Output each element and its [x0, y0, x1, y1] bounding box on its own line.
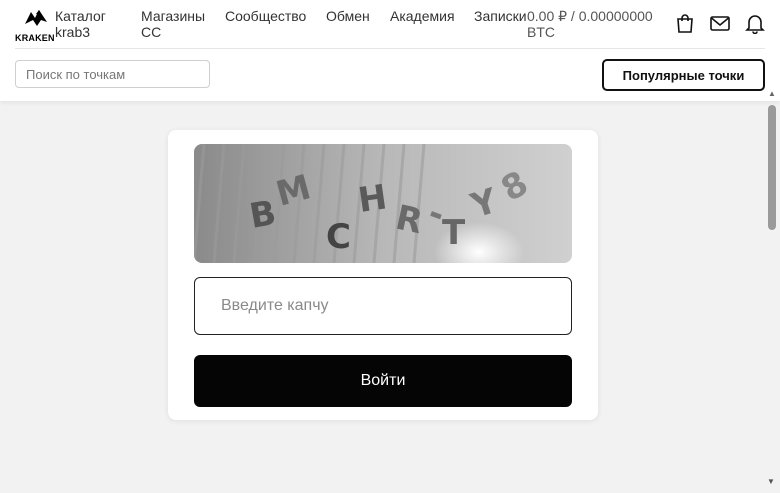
- nav-shops-cc[interactable]: Магазины СС: [141, 8, 221, 40]
- nav-notes[interactable]: Записки: [474, 8, 527, 24]
- mail-icon[interactable]: [709, 12, 731, 34]
- nav-exchange[interactable]: Обмен: [326, 8, 370, 24]
- balance-display: 0.00 ₽ / 0.00000000 BTC: [527, 8, 653, 40]
- captcha-input[interactable]: [194, 277, 572, 335]
- site-header: KRAKEN Каталог krab3 Магазины СС Сообщес…: [0, 0, 780, 101]
- scroll-down-arrow-icon[interactable]: ▼: [767, 477, 775, 486]
- catalog-link[interactable]: Каталог krab3: [55, 8, 135, 40]
- search-input[interactable]: [15, 60, 210, 88]
- svg-text:T: T: [442, 213, 466, 253]
- kraken-logo[interactable]: KRAKEN: [15, 8, 55, 43]
- scrollbar-thumb[interactable]: [768, 105, 776, 230]
- sub-toolbar: Популярные точки: [15, 59, 765, 91]
- captcha-image: B M C H R - T Y 8: [194, 144, 572, 263]
- captcha-card: B M C H R - T Y 8 Войти: [168, 130, 598, 420]
- nav-community[interactable]: Сообщество: [225, 8, 306, 24]
- svg-text:C: C: [326, 217, 351, 257]
- shopping-bag-icon[interactable]: [674, 12, 696, 34]
- top-navigation: KRAKEN Каталог krab3 Магазины СС Сообщес…: [15, 0, 765, 49]
- login-button[interactable]: Войти: [194, 355, 572, 407]
- scroll-up-arrow-icon[interactable]: ▲: [768, 89, 776, 98]
- logo-text: KRAKEN: [15, 33, 55, 43]
- popular-points-button[interactable]: Популярные точки: [602, 59, 765, 91]
- nav-academy[interactable]: Академия: [390, 8, 455, 24]
- page-scrollbar[interactable]: ▲ ▼: [764, 89, 780, 493]
- bell-icon[interactable]: [744, 12, 766, 35]
- svg-text:H: H: [356, 177, 390, 221]
